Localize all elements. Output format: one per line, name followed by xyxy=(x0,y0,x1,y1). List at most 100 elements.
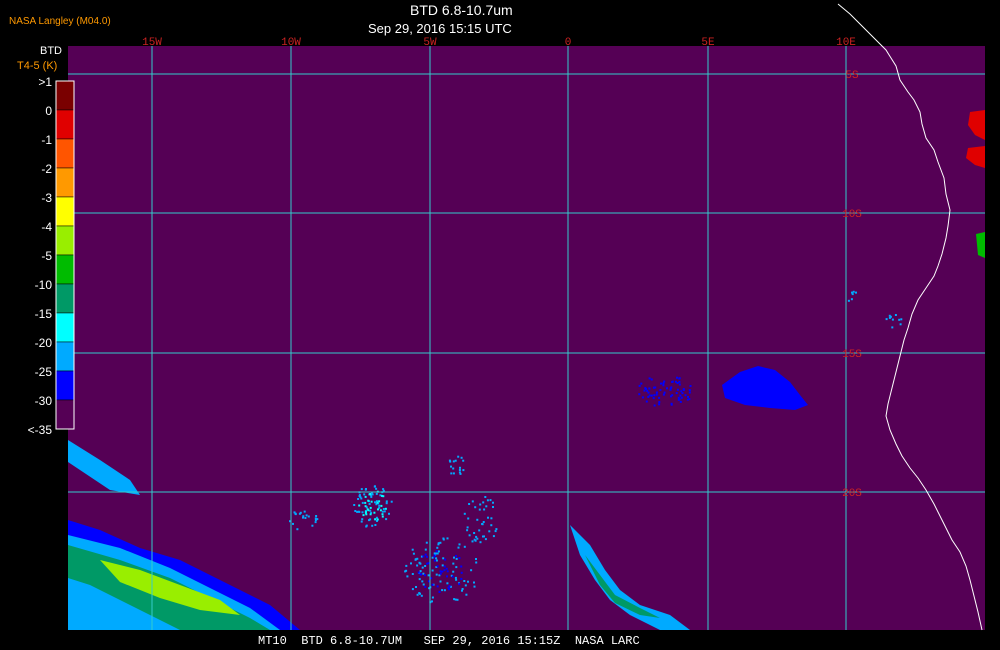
cloud-cluster xyxy=(475,558,477,560)
cloud-cluster xyxy=(464,584,467,587)
cloud-cluster xyxy=(422,555,425,558)
cloud-cluster xyxy=(455,554,458,557)
cloud-cluster xyxy=(449,460,452,463)
cloud-cluster xyxy=(435,573,438,576)
cloud-cluster xyxy=(419,562,422,565)
legend-label: -15 xyxy=(34,307,52,321)
cloud-cluster xyxy=(458,583,461,586)
longitude-label: 0 xyxy=(565,37,572,49)
cloud-cluster xyxy=(424,553,427,556)
image-datetime: Sep 29, 2016 15:15 UTC xyxy=(368,21,512,36)
cloud-cluster xyxy=(456,598,459,601)
cloud-cluster xyxy=(452,460,455,463)
legend-label: -5 xyxy=(41,249,52,263)
cloud-cluster xyxy=(474,506,477,509)
cloud-cluster xyxy=(411,573,414,575)
cloud-cluster xyxy=(433,552,436,555)
btd-map[interactable]: 15W 10W 5W 0 5E 10E 5S 10S 15S 20S xyxy=(0,0,1000,650)
cloud-cluster xyxy=(451,575,454,578)
cloud-cluster xyxy=(419,592,421,595)
cloud-cluster xyxy=(486,499,489,502)
cloud-cluster xyxy=(436,565,439,568)
cloud-cluster xyxy=(388,512,390,515)
cloud-blob-east xyxy=(675,392,678,395)
cloud-cluster xyxy=(416,593,419,596)
cloud-cluster xyxy=(438,591,441,593)
cloud-cluster xyxy=(431,596,434,599)
cloud-blob-east xyxy=(658,401,661,404)
cloud-blob-east xyxy=(645,400,648,403)
cloud-cluster xyxy=(381,515,384,518)
cloud-blob-east xyxy=(677,398,680,401)
cloud-cluster xyxy=(437,550,440,553)
cloud-blob-east xyxy=(679,394,682,397)
legend-swatch xyxy=(55,312,75,343)
cloud-cluster xyxy=(482,501,485,504)
cloud-cluster xyxy=(888,316,891,319)
cloud-cluster xyxy=(369,518,372,521)
cloud-cluster xyxy=(478,529,481,532)
cloud-cluster xyxy=(492,535,495,538)
cloud-cluster xyxy=(425,541,428,544)
cloud-cluster xyxy=(433,555,436,558)
cloud-cluster xyxy=(431,600,433,603)
cloud-cluster xyxy=(427,574,430,577)
cloud-cluster xyxy=(292,522,294,525)
cloud-cluster xyxy=(454,576,457,579)
legend-title: BTD xyxy=(40,45,62,57)
cloud-blob-east xyxy=(648,394,651,397)
cloud-cluster xyxy=(427,562,430,565)
cloud-cluster xyxy=(458,557,461,559)
cloud-blob-east xyxy=(638,384,641,387)
cloud-cluster xyxy=(354,510,357,512)
cloud-cluster xyxy=(374,501,376,504)
cloud-blob-east xyxy=(640,382,643,385)
cloud-cluster xyxy=(433,559,436,562)
cloud-cluster xyxy=(482,521,485,523)
cloud-cluster xyxy=(471,500,474,503)
legend-label: -4 xyxy=(41,220,52,234)
cloud-cluster xyxy=(360,488,363,491)
cloud-cluster xyxy=(479,541,482,544)
cloud-cluster xyxy=(459,466,461,469)
cloud-cluster xyxy=(847,299,850,302)
cloud-cluster xyxy=(423,574,426,577)
cloud-blob-east xyxy=(655,393,658,396)
cloud-blob-east xyxy=(670,395,672,398)
cloud-cluster xyxy=(431,569,434,572)
cloud-cluster xyxy=(443,569,446,572)
cloud-cluster xyxy=(454,598,457,601)
cloud-cluster xyxy=(383,510,386,513)
cloud-cluster xyxy=(450,465,452,468)
cloud-cluster xyxy=(470,569,473,572)
cloud-blob-east xyxy=(679,400,682,403)
legend-label: 0 xyxy=(45,104,52,118)
cloud-cluster xyxy=(361,501,364,504)
cloud-cluster xyxy=(452,472,455,475)
cloud-cluster xyxy=(462,469,465,472)
cloud-cluster xyxy=(460,456,463,459)
legend-swatch xyxy=(55,254,75,285)
cloud-cluster xyxy=(452,570,455,573)
legend-label: >1 xyxy=(38,75,52,89)
cloud-cluster xyxy=(851,291,853,294)
cloud-blob-east xyxy=(648,387,651,390)
cloud-blob-east xyxy=(678,377,681,380)
cloud-cluster xyxy=(374,524,377,526)
cloud-cluster xyxy=(445,567,448,570)
cloud-cluster xyxy=(494,530,497,533)
cloud-cluster xyxy=(376,518,379,521)
cloud-cluster xyxy=(422,583,425,586)
legend-label: -1 xyxy=(41,133,52,147)
cloud-cluster xyxy=(435,559,438,562)
cloud-cluster xyxy=(473,585,476,588)
cloud-blob-east xyxy=(641,396,644,399)
cloud-cluster xyxy=(411,588,414,591)
cloud-blob-east xyxy=(688,391,691,394)
cloud-cluster xyxy=(443,565,446,568)
cloud-cluster xyxy=(382,508,385,510)
cloud-cluster xyxy=(385,502,388,505)
cloud-cluster xyxy=(385,500,388,503)
legend-swatch xyxy=(55,167,75,198)
cloud-blob-east xyxy=(647,391,650,394)
